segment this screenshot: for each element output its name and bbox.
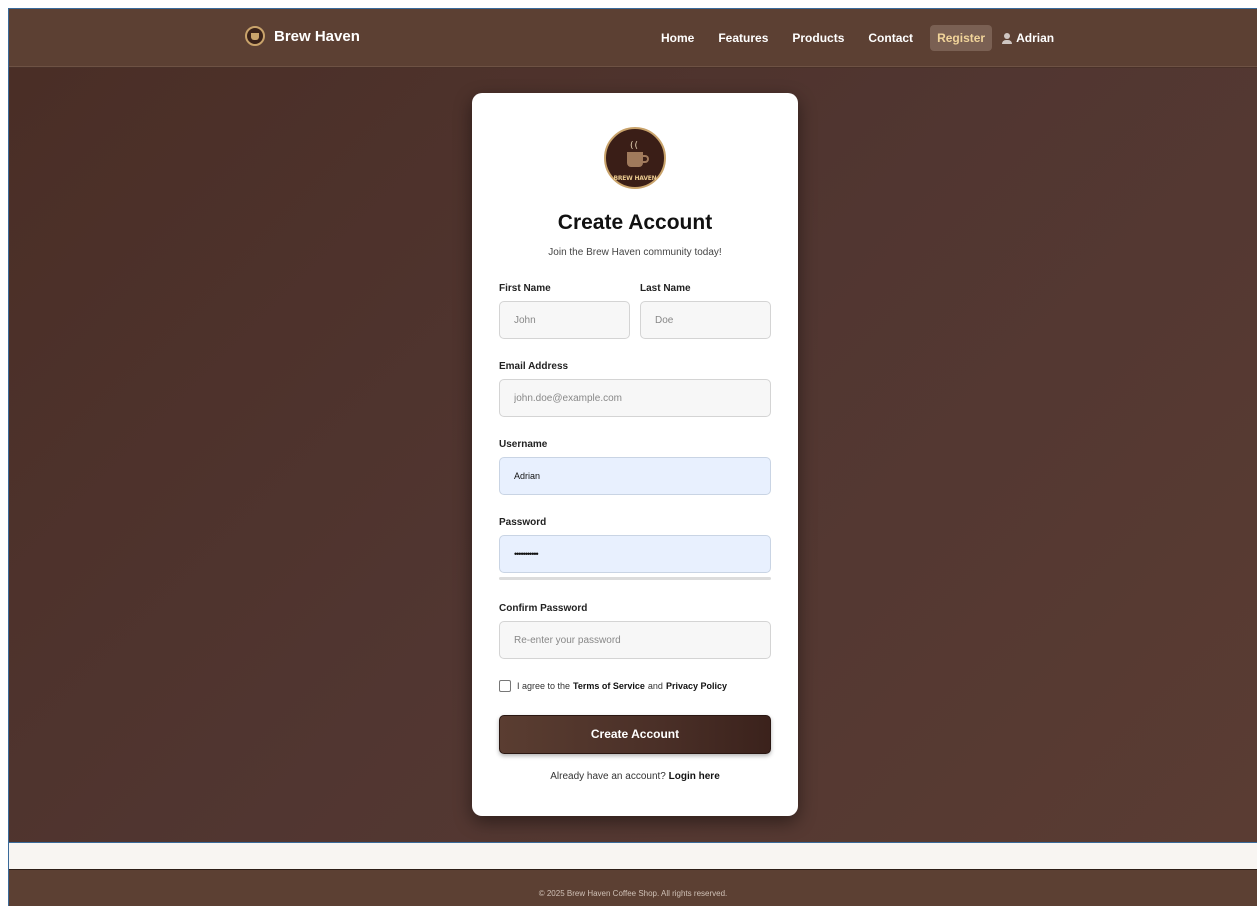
login-prompt: Already have an account? Login here xyxy=(472,771,798,782)
register-card: (( BREW HAVEN Create Account Join the Br… xyxy=(472,93,798,816)
terms-and: and xyxy=(647,681,663,691)
login-link[interactable]: Login here xyxy=(669,771,720,782)
confirm-password-label: Confirm Password xyxy=(499,603,588,614)
brand[interactable]: Brew Haven xyxy=(245,26,360,46)
terms-of-service-link[interactable]: Terms of Service xyxy=(573,681,645,691)
terms-agreement: I agree to the Terms of Service and Priv… xyxy=(499,680,730,692)
coffee-mug-icon xyxy=(627,152,643,167)
footer-copyright: © 2025 Brew Haven Coffee Shop. All right… xyxy=(538,889,728,898)
first-name-label: First Name xyxy=(499,283,551,294)
nav-link-features[interactable]: Features xyxy=(711,25,775,51)
brew-haven-logo: (( BREW HAVEN xyxy=(604,127,666,189)
last-name-input[interactable] xyxy=(640,301,771,339)
page-title: Create Account xyxy=(557,211,713,234)
nav-user[interactable]: Adrian xyxy=(1002,25,1054,51)
password-input[interactable] xyxy=(499,535,771,573)
password-label: Password xyxy=(499,517,547,528)
last-name-label: Last Name xyxy=(640,283,691,294)
nav-links: Home Features Products Contact Register … xyxy=(654,25,1054,51)
browser-viewport: Brew Haven Home Features Products Contac… xyxy=(8,8,1257,906)
username-input[interactable] xyxy=(499,457,771,495)
email-label: Email Address xyxy=(499,361,569,372)
user-icon xyxy=(1002,32,1013,44)
username-label: Username xyxy=(499,439,548,450)
page-subtitle: Join the Brew Haven community today! xyxy=(548,247,722,258)
brand-name: Brew Haven xyxy=(274,27,360,45)
steam-icon: (( xyxy=(630,141,640,151)
coffee-cup-logo-icon xyxy=(245,26,265,46)
terms-prefix: I agree to the xyxy=(517,681,571,691)
create-account-button[interactable]: Create Account xyxy=(499,715,771,754)
content-strip xyxy=(9,842,1257,869)
mug-handle-icon xyxy=(642,155,649,163)
privacy-policy-link[interactable]: Privacy Policy xyxy=(666,681,727,691)
first-name-input[interactable] xyxy=(499,301,630,339)
login-prompt-text: Already have an account? xyxy=(550,771,666,782)
footer: © 2025 Brew Haven Coffee Shop. All right… xyxy=(9,869,1257,906)
nav-user-name: Adrian xyxy=(1016,31,1055,45)
nav-link-register[interactable]: Register xyxy=(930,25,993,51)
confirm-password-input[interactable] xyxy=(499,621,771,659)
nav-link-home[interactable]: Home xyxy=(654,25,701,51)
password-strength-bar xyxy=(499,577,771,580)
email-input[interactable] xyxy=(499,379,771,417)
terms-checkbox[interactable] xyxy=(499,680,511,692)
main-section: (( BREW HAVEN Create Account Join the Br… xyxy=(9,68,1257,842)
logo-text: BREW HAVEN xyxy=(613,175,657,182)
navbar: Brew Haven Home Features Products Contac… xyxy=(9,9,1257,67)
nav-link-products[interactable]: Products xyxy=(785,25,851,51)
nav-link-contact[interactable]: Contact xyxy=(861,25,920,51)
